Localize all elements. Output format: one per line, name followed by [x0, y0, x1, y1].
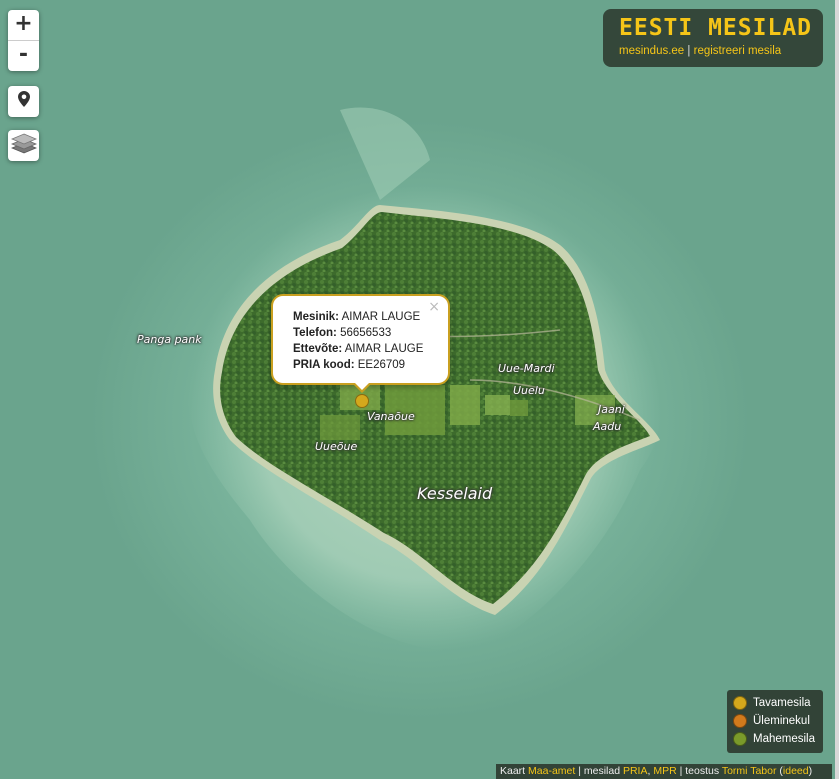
popup-row-beekeeper: Mesinik: AIMAR LAUGE	[293, 309, 448, 325]
popup-label: Mesinik:	[293, 311, 340, 323]
attr-text: Kaart	[500, 765, 526, 777]
map-pin-icon	[17, 91, 30, 112]
popup-label: Telefon:	[293, 327, 337, 339]
link-separator: |	[687, 45, 691, 57]
legend-item-transition: Üleminekul	[733, 712, 823, 730]
popup-row-company: Ettevõte: AIMAR LAUGE	[293, 341, 448, 357]
place-label-uue-mardi: Uue-Mardi	[498, 362, 555, 375]
legend-label: Mahemesila	[753, 733, 815, 745]
popup-value: AIMAR LAUGE	[341, 311, 421, 323]
mpr-link[interactable]: MPR	[653, 765, 676, 777]
scrollbar[interactable]	[835, 0, 839, 779]
legend-dot	[733, 714, 747, 728]
ideas-link[interactable]: ideed	[783, 765, 809, 777]
legend-dot	[733, 732, 747, 746]
legend-item-organic: Mahemesila	[733, 730, 823, 748]
satellite-imagery	[187, 107, 661, 651]
popup-label: Ettevõte:	[293, 343, 343, 355]
title-links: mesindus.ee | registreeri mesila	[619, 45, 823, 57]
attr-text: | teostus	[679, 765, 720, 777]
legend-label: Tavamesila	[753, 697, 811, 709]
apiary-marker[interactable]	[355, 394, 369, 408]
attr-comma: ,	[647, 765, 651, 777]
place-label-vanaoue: Vanaõue	[367, 410, 415, 423]
maa-amet-link[interactable]: Maa-amet	[528, 765, 575, 777]
map-canvas[interactable]: Panga pank Uue-Mardi Uuelu Jaani Aadu Va…	[0, 0, 839, 779]
place-label-jaani: Jaani	[598, 403, 625, 416]
legend: Tavamesila Üleminekul Mahemesila	[727, 690, 823, 753]
attr-paren: )	[808, 765, 813, 777]
register-link[interactable]: registreeri mesila	[694, 45, 782, 57]
legend-dot	[733, 696, 747, 710]
zoom-in-button[interactable]: +	[8, 10, 39, 40]
place-label-uueoue: Uueõue	[315, 440, 358, 453]
legend-item-regular: Tavamesila	[733, 694, 823, 712]
legend-label: Üleminekul	[753, 715, 810, 727]
home-link[interactable]: mesindus.ee	[619, 45, 684, 57]
place-label-aadu: Aadu	[593, 420, 622, 433]
popup-value: EE26709	[357, 359, 406, 371]
locate-button[interactable]	[8, 86, 39, 117]
apiary-popup: × Mesinik: AIMAR LAUGE Telefon: 56656533…	[271, 294, 450, 385]
popup-tip-inner	[354, 382, 370, 390]
layers-icon	[10, 131, 37, 160]
popup-row-pria-code: PRIA kood: EE26709	[293, 357, 448, 373]
zoom-out-button[interactable]: -	[8, 40, 39, 71]
place-label-kesselaid: Kesselaid	[417, 484, 493, 503]
app-title: EESTI MESILAD	[619, 15, 813, 41]
popup-value: 56656533	[340, 327, 392, 339]
place-label-uuelu: Uuelu	[513, 384, 545, 397]
pria-link[interactable]: PRIA	[623, 765, 648, 777]
popup-row-phone: Telefon: 56656533	[293, 325, 448, 341]
popup-label: PRIA kood:	[293, 359, 355, 371]
attribution: Kaart Maa-amet | mesilad PRIA, MPR | teo…	[496, 764, 832, 779]
title-panel: EESTI MESILAD mesindus.ee | registreeri …	[603, 9, 823, 67]
popup-value: AIMAR LAUGE	[344, 343, 424, 355]
author-link[interactable]: Tormi Tabor	[722, 765, 777, 777]
zoom-control: + -	[8, 10, 39, 71]
attr-text: | mesilad	[578, 765, 621, 777]
layers-button[interactable]	[8, 130, 39, 161]
place-label-panga-pank: Panga pank	[137, 333, 202, 346]
popup-close-button[interactable]: ×	[428, 299, 440, 315]
